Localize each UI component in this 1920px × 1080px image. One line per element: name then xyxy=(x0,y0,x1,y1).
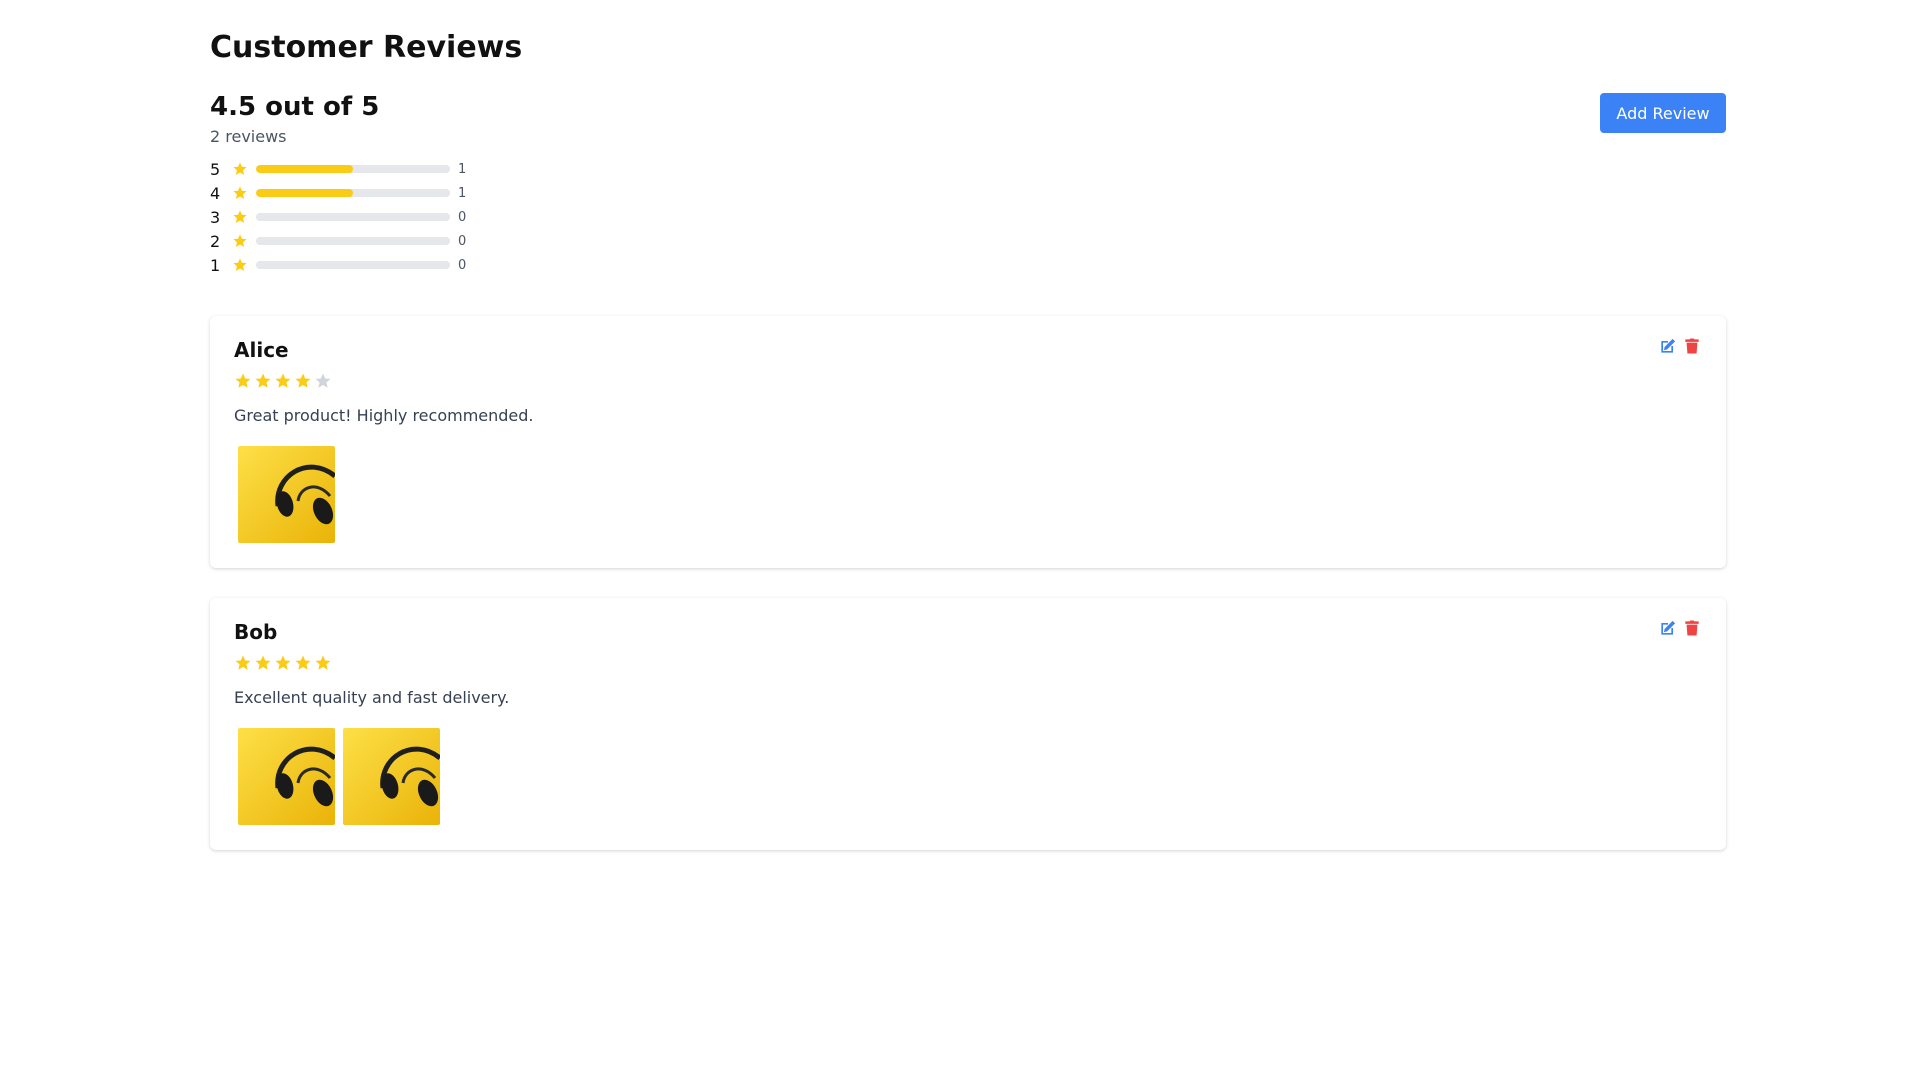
breakdown-star-value: 1 xyxy=(210,255,221,275)
breakdown-row: 2 0 xyxy=(210,229,490,253)
star-icon xyxy=(232,257,248,273)
breakdown-count: 0 xyxy=(458,257,467,273)
star-empty-icon xyxy=(314,372,332,390)
breakdown-star-value: 5 xyxy=(210,159,221,179)
breakdown-bar xyxy=(256,261,450,269)
review-images xyxy=(238,446,343,543)
edit-icon[interactable] xyxy=(1658,618,1678,638)
star-filled-icon xyxy=(234,372,252,390)
breakdown-bar xyxy=(256,189,450,197)
breakdown-count: 0 xyxy=(458,233,467,249)
star-filled-icon xyxy=(294,654,312,672)
reviewer-name: Bob xyxy=(234,620,278,644)
star-filled-icon xyxy=(294,372,312,390)
review-actions xyxy=(1654,336,1702,356)
review-text: Excellent quality and fast delivery. xyxy=(234,688,510,707)
review-rating xyxy=(234,654,334,672)
review-photo-headphones[interactable] xyxy=(238,728,335,825)
star-icon xyxy=(232,209,248,225)
breakdown-star-value: 3 xyxy=(210,207,221,227)
breakdown-star-value: 2 xyxy=(210,231,221,251)
breakdown-count: 1 xyxy=(458,185,467,201)
breakdown-bar xyxy=(256,213,450,221)
star-filled-icon xyxy=(254,654,272,672)
star-filled-icon xyxy=(234,654,252,672)
star-filled-icon xyxy=(314,654,332,672)
rating-breakdown: 5 1 4 1 3 0 2 0 1 0 xyxy=(210,157,490,277)
breakdown-row: 5 1 xyxy=(210,157,490,181)
add-review-button[interactable]: Add Review xyxy=(1600,93,1726,133)
star-icon xyxy=(232,185,248,201)
star-filled-icon xyxy=(274,372,292,390)
breakdown-star-value: 4 xyxy=(210,183,221,203)
review-actions xyxy=(1654,618,1702,638)
review-photo-headphones[interactable] xyxy=(238,446,335,543)
breakdown-count: 0 xyxy=(458,209,467,225)
breakdown-count: 1 xyxy=(458,161,467,177)
trash-icon[interactable] xyxy=(1682,618,1702,638)
review-rating xyxy=(234,372,334,390)
breakdown-row: 3 0 xyxy=(210,205,490,229)
breakdown-bar xyxy=(256,237,450,245)
reviewer-name: Alice xyxy=(234,338,289,362)
review-images xyxy=(238,728,448,825)
breakdown-bar-fill xyxy=(256,189,353,197)
star-icon xyxy=(232,161,248,177)
review-photo-headphones[interactable] xyxy=(343,728,440,825)
review-count: 2 reviews xyxy=(210,127,287,146)
review-card: Alice Great product! Highly recommended. xyxy=(210,316,1726,568)
breakdown-row: 4 1 xyxy=(210,181,490,205)
review-card: Bob Excellent quality and fast delivery. xyxy=(210,598,1726,850)
edit-icon[interactable] xyxy=(1658,336,1678,356)
trash-icon[interactable] xyxy=(1682,336,1702,356)
breakdown-bar xyxy=(256,165,450,173)
average-rating: 4.5 out of 5 xyxy=(210,92,380,122)
page-title: Customer Reviews xyxy=(210,30,523,65)
breakdown-row: 1 0 xyxy=(210,253,490,277)
star-filled-icon xyxy=(254,372,272,390)
breakdown-bar-fill xyxy=(256,165,353,173)
star-filled-icon xyxy=(274,654,292,672)
review-text: Great product! Highly recommended. xyxy=(234,406,534,425)
star-icon xyxy=(232,233,248,249)
